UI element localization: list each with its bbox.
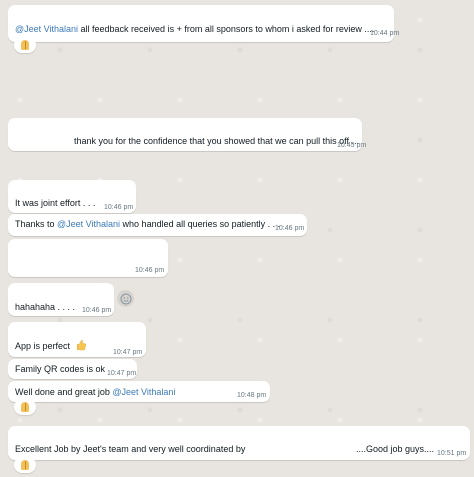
message-time: 10:51 pm xyxy=(437,450,467,457)
reaction-badge[interactable] xyxy=(14,37,36,53)
message-bubble[interactable]: 10:46 pm xyxy=(8,239,168,277)
message-time: 10:45 pm xyxy=(337,142,367,149)
message-bubble[interactable]: Well done and great job @Jeet Vithalani … xyxy=(8,381,270,402)
message-text: Thanks to @Jeet Vithalani who handled al… xyxy=(15,219,281,229)
message-bubble[interactable]: thank you for the confidence that you sh… xyxy=(8,118,366,151)
message-bubble[interactable]: Thanks to @Jeet Vithalani who handled al… xyxy=(8,214,307,236)
message-bubble[interactable]: It was joint effort . . . 10:46 pm xyxy=(8,180,136,213)
message-bubble[interactable]: App is perfect 10:47 pm xyxy=(8,322,146,357)
message-time: 10:44 pm xyxy=(370,30,400,37)
folded-hands-icon xyxy=(20,459,30,471)
message-text: ....Good job guys.... xyxy=(356,444,435,454)
message-time: 10:48 pm xyxy=(237,392,267,399)
message-text: Excellent Job by Jeet's team and very we… xyxy=(15,444,246,454)
message-bubble[interactable]: hahahaha . . . . 10:46 pm xyxy=(8,283,114,316)
message-text: thank you for the confidence that you sh… xyxy=(74,136,360,146)
message-text: Family QR codes is ok xyxy=(15,364,106,374)
message-time: 10:46 pm xyxy=(135,267,165,274)
folded-hands-icon xyxy=(20,401,30,413)
folded-hands-icon xyxy=(20,39,30,51)
reaction-badge[interactable] xyxy=(14,399,36,415)
message-time: 10:46 pm xyxy=(82,307,112,314)
thumbs-up-icon xyxy=(77,339,86,351)
message-text: @Jeet Vithalani all feedback received is… xyxy=(15,24,375,34)
message-time: 10:47 pm xyxy=(113,349,143,356)
message-text: Well done and great job @Jeet Vithalani xyxy=(15,387,176,397)
message-time: 10:46 pm xyxy=(275,225,305,232)
add-reaction-button[interactable] xyxy=(117,290,134,307)
message-text: App is perfect xyxy=(15,339,87,352)
mention-link[interactable]: @Jeet Vithalani xyxy=(57,219,120,229)
message-time: 10:46 pm xyxy=(104,204,134,211)
message-time: 10:47 pm xyxy=(107,370,137,377)
mention-link[interactable]: @Jeet Vithalani xyxy=(15,24,78,34)
message-text: It was joint effort . . . xyxy=(15,198,96,208)
message-bubble[interactable]: Family QR codes is ok 10:47 pm xyxy=(8,359,137,379)
message-bubble[interactable]: Excellent Job by Jeet's team and very we… xyxy=(8,426,470,460)
smiley-icon xyxy=(120,293,131,304)
mention-link[interactable]: @Jeet Vithalani xyxy=(112,387,175,397)
message-bubble[interactable]: @Jeet Vithalani all feedback received is… xyxy=(8,5,399,42)
message-text: hahahaha . . . . xyxy=(15,302,76,312)
reaction-badge[interactable] xyxy=(14,457,36,473)
